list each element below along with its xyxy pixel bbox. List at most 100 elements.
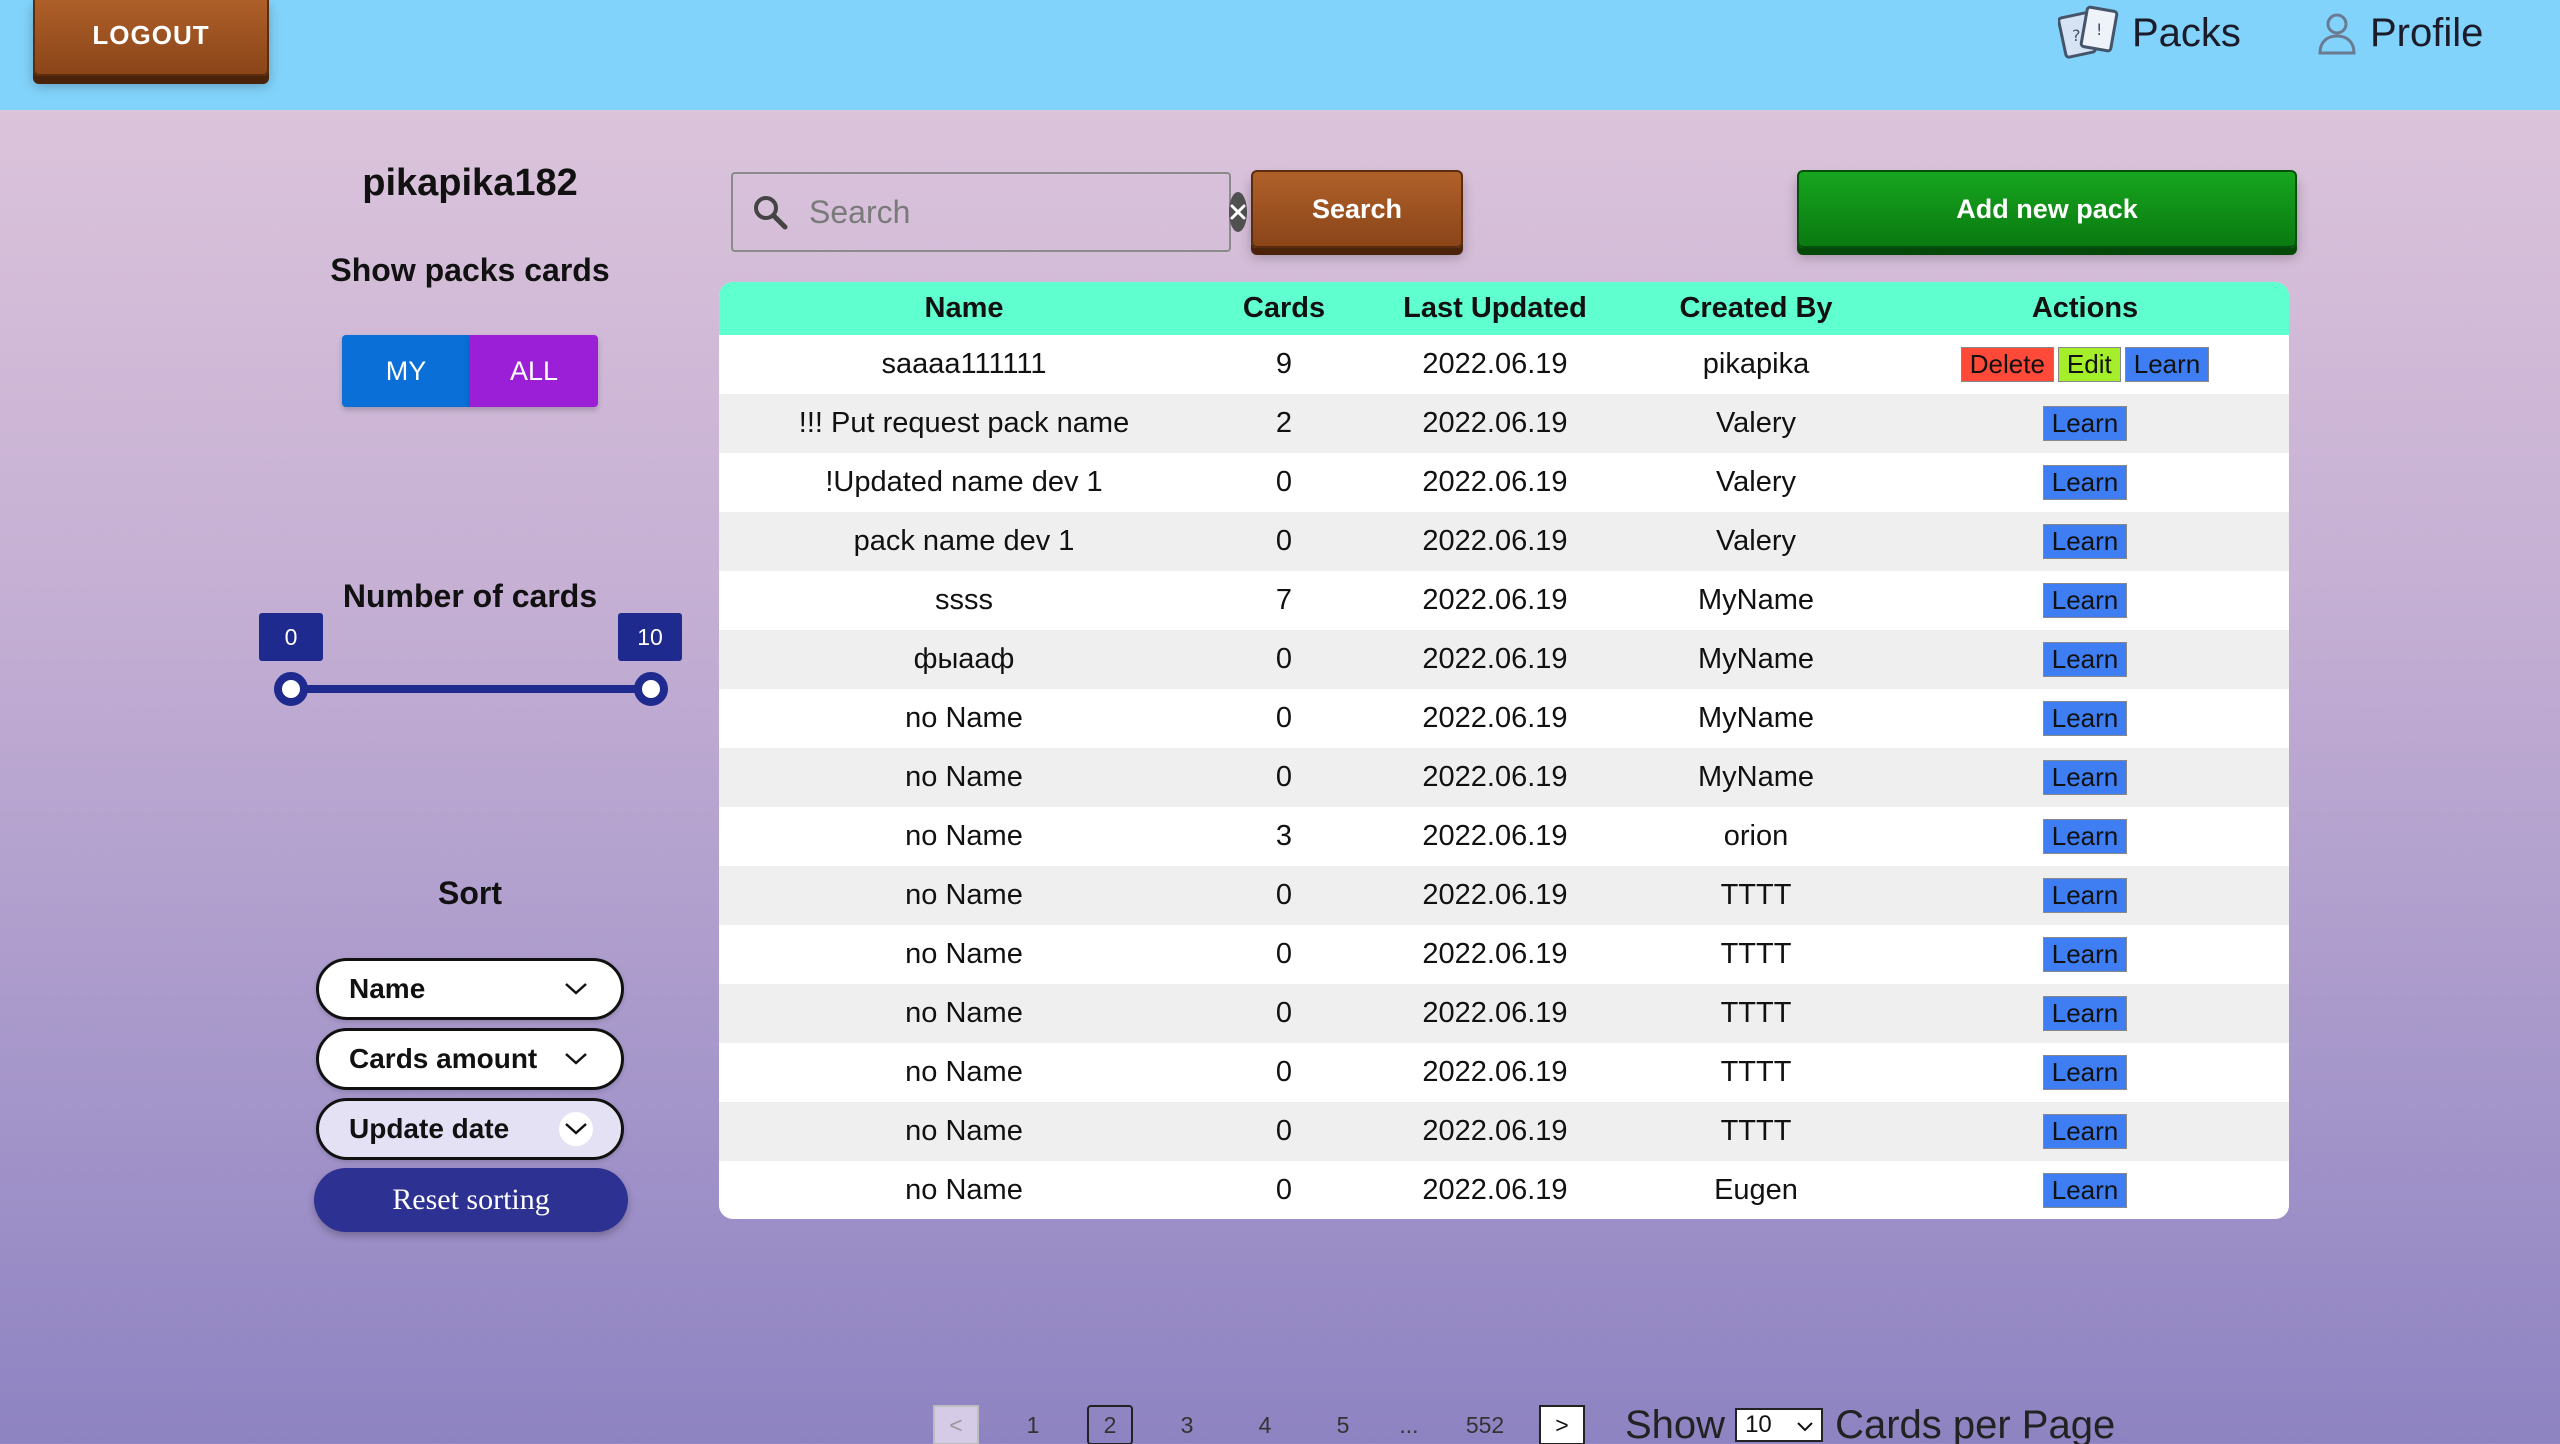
learn-button[interactable]: Learn	[2042, 877, 2128, 914]
column-header-actions: Actions	[2031, 292, 2139, 324]
learn-button[interactable]: Learn	[2042, 582, 2128, 619]
page-button-1[interactable]: 1	[1009, 1405, 1057, 1444]
cell-created-by: MyName	[1697, 761, 1814, 793]
cell-last-updated: 2022.06.19	[1422, 702, 1568, 734]
cell-name: no Name	[905, 879, 1023, 911]
column-header-cards[interactable]: Cards	[1209, 282, 1359, 335]
column-header-name[interactable]: Name	[719, 282, 1209, 335]
cell-name: !Updated name dev 1	[825, 466, 1103, 498]
cell-actions: Delete Edit Learn	[1881, 335, 2289, 394]
sort-by-cards-select[interactable]: Cards amount	[316, 1028, 624, 1090]
learn-button[interactable]: Learn	[2042, 700, 2128, 737]
learn-button[interactable]: Learn	[2042, 818, 2128, 855]
cell-cards: 0	[1275, 1115, 1293, 1147]
cell-name: no Name	[905, 1115, 1023, 1147]
my-packs-button[interactable]: MY	[342, 335, 470, 407]
svg-text:?: ?	[2072, 26, 2081, 45]
sort-by-name-select[interactable]: Name	[316, 958, 624, 1020]
cell-name: !!! Put request pack name	[798, 407, 1130, 439]
sort-by-date-label: Update date	[349, 1113, 510, 1144]
learn-button[interactable]: Learn	[2124, 346, 2210, 383]
learn-button[interactable]: Learn	[2042, 1172, 2128, 1209]
cell-cards: 2	[1275, 407, 1293, 439]
nav-packs-label: Packs	[2132, 10, 2241, 55]
cell-cards: 0	[1275, 1056, 1293, 1088]
cell-actions: Learn	[1881, 512, 2289, 571]
clear-search-icon[interactable]	[1229, 192, 1247, 232]
table-row: no Name 0 2022.06.19 TTTT Learn	[719, 1102, 2289, 1161]
sort-by-name-label: Name	[349, 973, 426, 1004]
page-button-3[interactable]: 3	[1163, 1405, 1211, 1444]
page-button-2-current[interactable]: 2	[1087, 1405, 1133, 1444]
table-row: no Name 0 2022.06.19 Eugen Learn	[719, 1161, 2289, 1219]
learn-button[interactable]: Learn	[2042, 936, 2128, 973]
cell-created-by: Valery	[1715, 407, 1797, 439]
cell-name: no Name	[905, 1056, 1023, 1088]
reset-sorting-button[interactable]: Reset sorting	[314, 1168, 628, 1232]
cards-range-slider-track[interactable]	[290, 685, 652, 693]
slider-min-handle[interactable]	[274, 672, 308, 706]
learn-button[interactable]: Learn	[2042, 523, 2128, 560]
pagination-ellipsis: ...	[1399, 1411, 1419, 1438]
cell-last-updated: 2022.06.19	[1422, 938, 1568, 970]
page-button-last[interactable]: 552	[1461, 1405, 1509, 1444]
logout-button[interactable]: LOGOUT	[33, 0, 269, 76]
per-page-select[interactable]: 10	[1735, 1408, 1824, 1442]
nav-packs-link[interactable]: ? ! Packs	[2058, 0, 2241, 66]
cell-actions: Learn	[1881, 925, 2289, 984]
cell-name: no Name	[905, 1174, 1023, 1206]
cell-actions: Learn	[1881, 571, 2289, 630]
cell-created-by: pikapika	[1702, 348, 1810, 380]
cell-actions: Learn	[1881, 689, 2289, 748]
cell-actions: Learn	[1881, 1043, 2289, 1102]
all-packs-button[interactable]: ALL	[470, 335, 598, 407]
sort-by-date-select[interactable]: Update date	[316, 1098, 624, 1160]
edit-button[interactable]: Edit	[2057, 346, 2121, 383]
slider-min-value: 0	[259, 613, 323, 661]
cell-cards: 7	[1275, 584, 1293, 616]
cell-actions: Learn	[1881, 1161, 2289, 1219]
table-row: ssss 7 2022.06.19 MyName Learn	[719, 571, 2289, 630]
cell-name: saaaa111111	[881, 348, 1047, 380]
packs-table: Name Cards Last Updated Created By Actio…	[719, 282, 2289, 1219]
cell-name: no Name	[905, 997, 1023, 1029]
cell-last-updated: 2022.06.19	[1422, 820, 1568, 852]
learn-button[interactable]: Learn	[2042, 995, 2128, 1032]
table-row: no Name 0 2022.06.19 MyName Learn	[719, 748, 2289, 807]
cell-name: no Name	[905, 702, 1023, 734]
cell-created-by: TTTT	[1720, 997, 1792, 1029]
learn-button[interactable]: Learn	[2042, 1054, 2128, 1091]
cell-created-by: TTTT	[1720, 879, 1792, 911]
cell-name: no Name	[905, 761, 1023, 793]
table-row: !!! Put request pack name 2 2022.06.19 Vale…	[719, 394, 2289, 453]
cell-created-by: TTTT	[1720, 938, 1792, 970]
delete-button[interactable]: Delete	[1960, 346, 2054, 383]
learn-button[interactable]: Learn	[2042, 641, 2128, 678]
learn-button[interactable]: Learn	[2042, 1113, 2128, 1150]
page-button-4[interactable]: 4	[1241, 1405, 1289, 1444]
cell-cards: 3	[1275, 820, 1293, 852]
search-field[interactable]	[731, 172, 1247, 252]
cell-last-updated: 2022.06.19	[1422, 761, 1568, 793]
learn-button[interactable]: Learn	[2042, 759, 2128, 796]
cell-created-by: orion	[1723, 820, 1789, 852]
cell-actions: Learn	[1881, 984, 2289, 1043]
slider-max-value: 10	[618, 613, 682, 661]
cell-created-by: Valery	[1715, 466, 1797, 498]
next-page-button[interactable]: >	[1539, 1405, 1585, 1444]
column-header-created-by[interactable]: Created By	[1631, 282, 1881, 335]
nav-profile-link[interactable]: Profile	[2312, 0, 2483, 66]
search-button[interactable]: Search	[1251, 170, 1463, 248]
learn-button[interactable]: Learn	[2042, 405, 2128, 442]
cell-last-updated: 2022.06.19	[1422, 1056, 1568, 1088]
search-input[interactable]	[809, 193, 1229, 231]
cell-actions: Learn	[1881, 394, 2289, 453]
column-header-last-updated[interactable]: Last Updated	[1359, 282, 1631, 335]
slider-max-handle[interactable]	[634, 672, 668, 706]
learn-button[interactable]: Learn	[2042, 464, 2128, 501]
prev-page-button[interactable]: <	[933, 1405, 979, 1444]
cell-name: ssss	[935, 584, 993, 616]
cell-name: фыааф	[913, 643, 1015, 675]
add-new-pack-button[interactable]: Add new pack	[1797, 170, 2297, 248]
page-button-5[interactable]: 5	[1319, 1405, 1367, 1444]
